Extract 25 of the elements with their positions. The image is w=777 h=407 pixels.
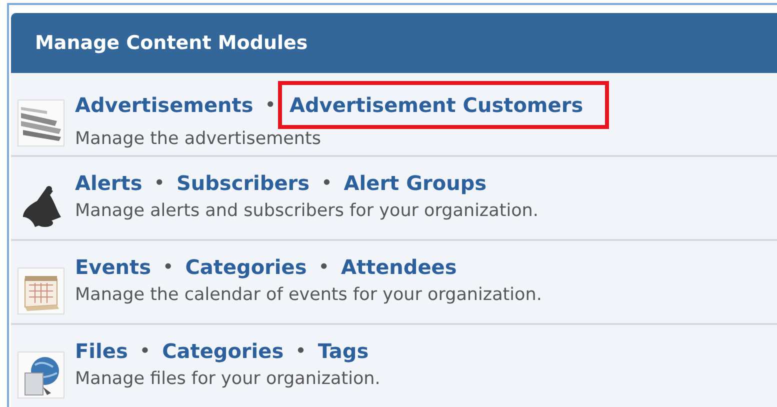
separator-dot: • (153, 172, 166, 194)
module-link[interactable]: Tags (312, 337, 375, 365)
module-description: Manage alerts and subscribers for your organization. (75, 200, 538, 223)
separator-dot: • (318, 256, 330, 278)
panel-title: Manage Content Modules (35, 30, 308, 56)
module-link[interactable]: Categories (156, 337, 290, 365)
module-link[interactable]: Events (75, 253, 157, 281)
module-link[interactable]: Alerts (75, 169, 148, 197)
module-link[interactable]: Subscribers (170, 169, 316, 197)
globe-file-icon (17, 351, 65, 399)
separator-dot: • (162, 256, 174, 278)
separator-dot: • (264, 94, 276, 116)
separator-dot: • (320, 172, 333, 194)
separator-dot: • (138, 340, 152, 362)
module-link[interactable]: Advertisements (75, 91, 260, 119)
module-description: Manage the advertisements (75, 128, 322, 151)
separator-dot: • (294, 340, 307, 362)
module-link[interactable]: Attendees (334, 253, 463, 281)
module-description: Manage files for your organization. (75, 368, 380, 391)
calendar-icon (17, 267, 65, 315)
module-link[interactable]: Alert Groups (338, 169, 493, 197)
module-link[interactable]: Files (75, 337, 134, 365)
newspaper-icon (17, 99, 65, 147)
module-link[interactable]: Categories (179, 253, 313, 281)
module-description: Manage the calendar of events for your organization. (75, 284, 542, 307)
